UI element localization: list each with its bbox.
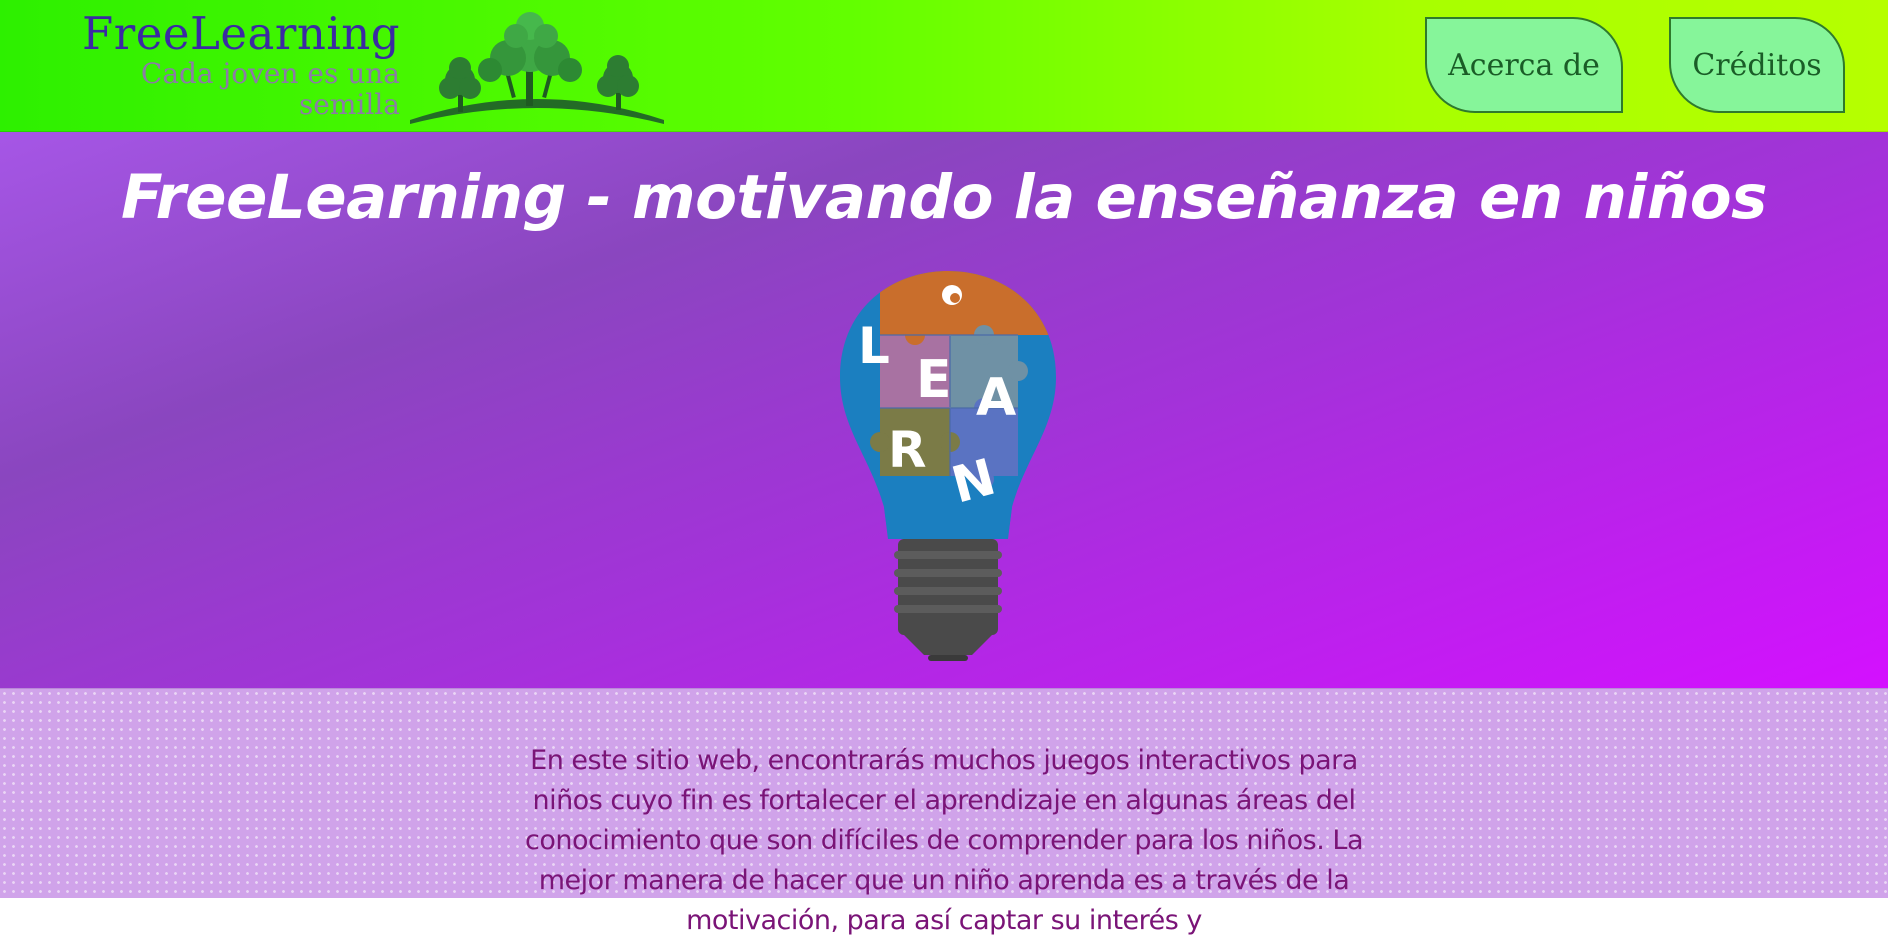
site-header: FreeLearning Cada joven es una semilla A… [0, 0, 1888, 132]
svg-text:R: R [888, 421, 927, 479]
hero-section: FreeLearning - motivando la enseñanza en… [0, 132, 1888, 688]
brand-title[interactable]: FreeLearning [38, 10, 400, 58]
svg-text:E: E [916, 350, 952, 410]
svg-text:A: A [976, 368, 1016, 428]
trees-icon [410, 12, 664, 124]
intro-paragraph: En este sitio web, encontrarás muchos ju… [525, 745, 1363, 936]
page-title: FreeLearning - motivando la enseñanza en… [121, 162, 1767, 233]
nav-about-button[interactable]: Acerca de [1425, 17, 1623, 113]
brand-tagline: Cada joven es una semilla [140, 57, 400, 122]
brand[interactable]: FreeLearning Cada joven es una semilla [38, 10, 400, 121]
intro-section: En este sitio web, encontrarás muchos ju… [0, 688, 1888, 936]
learn-lightbulb-puzzle-icon: L E A R N [840, 271, 1056, 661]
svg-text:L: L [858, 317, 890, 375]
nav-credits-button[interactable]: Créditos [1669, 17, 1845, 113]
